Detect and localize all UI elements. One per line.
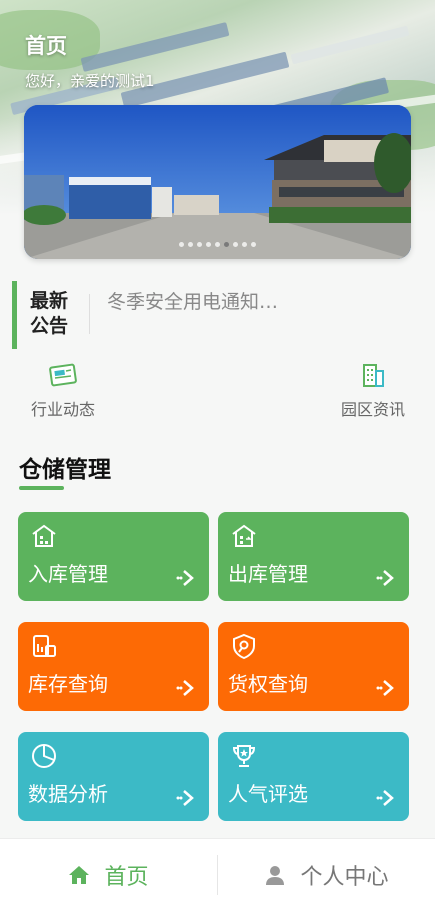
arrow-right-icon (376, 790, 394, 806)
carousel-dot[interactable] (242, 242, 247, 247)
notice-text[interactable]: 冬季安全用电通知… (107, 289, 407, 315)
notice-bar[interactable]: 最新公告 冬季安全用电通知… (12, 281, 412, 349)
bottom-tab-bar: 首页 个人中心 (0, 838, 435, 911)
carousel-dot[interactable] (215, 242, 220, 247)
card-outbound-management[interactable]: 出库管理 (218, 512, 409, 601)
user-icon (266, 866, 285, 885)
tab-profile[interactable]: 个人中心 (218, 839, 435, 911)
carousel-dot[interactable] (188, 242, 193, 247)
notice-label: 最新公告 (30, 290, 69, 337)
carousel-dot[interactable] (179, 242, 184, 247)
carousel-dot[interactable] (233, 242, 238, 247)
tab-home[interactable]: 首页 (0, 839, 217, 911)
carousel-indicator[interactable] (24, 242, 411, 247)
quick-link-label: 园区资讯 (340, 400, 405, 419)
greeting-text: 您好，亲爱的测试1 (25, 72, 155, 90)
card-label: 库存查询 (28, 672, 108, 696)
card-label: 人气评选 (228, 782, 308, 806)
quick-link-industry-news[interactable]: 行业动态 (22, 362, 104, 420)
tab-label: 首页 (104, 865, 149, 890)
section-underline (19, 486, 64, 490)
card-label: 出库管理 (228, 562, 308, 586)
card-popularity-vote[interactable]: 人气评选 (218, 732, 409, 821)
warehouse-out-icon (232, 524, 256, 547)
notice-divider (89, 294, 90, 334)
cargo-rights-icon (233, 633, 255, 660)
carousel-dot[interactable] (197, 242, 202, 247)
warehouse-in-icon (32, 524, 56, 547)
arrow-right-icon (376, 680, 394, 696)
home-icon (69, 866, 90, 884)
pie-chart-icon (32, 744, 56, 768)
carousel-dot[interactable] (224, 242, 229, 247)
carousel-dot[interactable] (206, 242, 211, 247)
trophy-icon (232, 745, 256, 767)
quick-link-label: 行业动态 (30, 400, 95, 419)
carousel-dot[interactable] (251, 242, 256, 247)
notice-accent-bar (12, 281, 17, 349)
tab-label: 个人中心 (300, 865, 389, 890)
arrow-right-icon (176, 680, 194, 696)
card-label: 数据分析 (28, 782, 108, 806)
card-data-analysis[interactable]: 数据分析 (18, 732, 209, 821)
page-title: 首页 (25, 34, 67, 58)
banner-carousel[interactable] (24, 105, 411, 259)
building-icon (363, 364, 384, 387)
banner-photo (24, 105, 411, 259)
quick-link-park-info[interactable]: 园区资讯 (332, 362, 414, 420)
arrow-right-icon (176, 790, 194, 806)
section-title: 仓储管理 (19, 457, 111, 483)
arrow-right-icon (376, 570, 394, 586)
card-label: 入库管理 (28, 562, 108, 586)
arrow-right-icon (176, 570, 194, 586)
card-inbound-management[interactable]: 入库管理 (18, 512, 209, 601)
card-inventory-query[interactable]: 库存查询 (18, 622, 209, 711)
inventory-icon (33, 635, 56, 657)
news-icon (49, 363, 77, 387)
card-label: 货权查询 (228, 672, 308, 696)
card-cargo-rights-query[interactable]: 货权查询 (218, 622, 409, 711)
